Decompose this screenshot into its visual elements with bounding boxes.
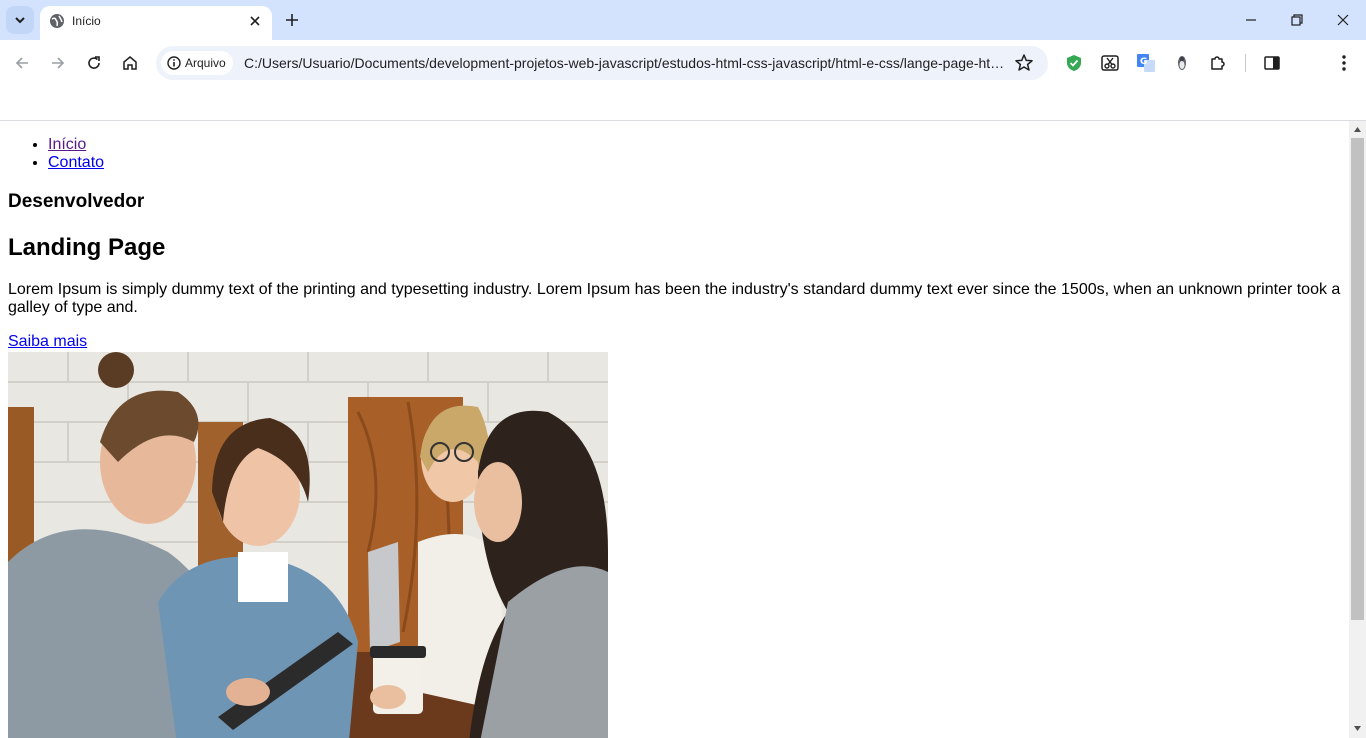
nav-link-contato[interactable]: Contato — [48, 154, 104, 171]
scrollbar-thumb[interactable] — [1351, 138, 1364, 620]
star-icon[interactable] — [1014, 53, 1034, 73]
active-tab[interactable]: Início — [40, 6, 272, 40]
extensions-button[interactable] — [1208, 53, 1228, 73]
site-info-chip[interactable]: Arquivo — [161, 51, 233, 75]
side-panel-button[interactable] — [1262, 53, 1282, 73]
address-bar[interactable]: Arquivo C:/Users/Usuario/Documents/devel… — [156, 46, 1048, 80]
translate-icon: G — [1137, 54, 1155, 72]
page-scrollbar[interactable] — [1349, 121, 1366, 738]
hero-kicker: Desenvolvedor — [8, 191, 145, 212]
minimize-button[interactable] — [1228, 0, 1274, 40]
scissors-icon — [1101, 55, 1119, 71]
close-icon — [1337, 14, 1349, 26]
profile-icon — [1178, 56, 1186, 70]
tab-search-icon — [15, 17, 25, 24]
hero-paragraph: Lorem Ipsum is simply dummy text of the … — [8, 281, 1341, 316]
page-viewport: Início Contato Desenvolvedor Landing Pag… — [0, 121, 1349, 738]
puzzle-icon — [1211, 56, 1225, 70]
plus-icon — [286, 14, 298, 26]
close-icon — [250, 16, 260, 26]
shield-icon — [1067, 55, 1081, 71]
back-button[interactable] — [8, 49, 36, 77]
browser-toolbar: Arquivo C:/Users/Usuario/Documents/devel… — [0, 40, 1366, 86]
site-nav: Início Contato — [48, 136, 104, 172]
back-icon — [15, 57, 28, 69]
translate-extension-button[interactable]: G — [1136, 53, 1156, 73]
svg-text:G: G — [1140, 57, 1147, 67]
scroll-down-arrow-icon[interactable] — [1353, 724, 1362, 733]
info-icon — [167, 56, 181, 70]
reload-icon — [88, 56, 100, 69]
tab-search-button[interactable] — [6, 6, 34, 34]
tab-strip: Início — [0, 0, 1366, 40]
profile-extension-button[interactable] — [1172, 53, 1192, 73]
nav-item: Contato — [48, 154, 104, 172]
globe-icon — [50, 14, 64, 28]
nav-item: Início — [48, 136, 104, 154]
forward-button[interactable] — [44, 49, 72, 77]
side-panel-icon — [1264, 56, 1280, 70]
home-button[interactable] — [116, 49, 144, 77]
forward-icon — [52, 57, 65, 69]
chrome-menu-button[interactable] — [1334, 53, 1354, 73]
scroll-up-arrow-icon[interactable] — [1353, 125, 1362, 134]
url-text[interactable]: C:/Users/Usuario/Documents/development-p… — [244, 55, 1008, 71]
nav-link-inicio[interactable]: Início — [48, 136, 86, 153]
hero-photo-people-at-table — [8, 352, 608, 738]
shield-extension-button[interactable] — [1064, 53, 1084, 73]
capture-extension-button[interactable] — [1100, 53, 1120, 73]
toolbar-separator — [1245, 54, 1246, 72]
saiba-mais-link[interactable]: Saiba mais — [8, 333, 87, 351]
restore-icon — [1291, 14, 1303, 26]
minimize-icon — [1246, 19, 1256, 21]
page-title: Landing Page — [8, 234, 166, 261]
restore-button[interactable] — [1274, 0, 1320, 40]
home-icon — [123, 56, 137, 70]
new-tab-button[interactable] — [282, 10, 302, 30]
hero-image — [8, 352, 608, 738]
site-info-label: Arquivo — [185, 56, 226, 70]
close-tab-button[interactable] — [246, 12, 264, 30]
reload-button[interactable] — [80, 49, 108, 77]
kebab-menu-icon — [1342, 55, 1346, 71]
tab-title: Início — [72, 14, 101, 28]
close-window-button[interactable] — [1320, 0, 1366, 40]
